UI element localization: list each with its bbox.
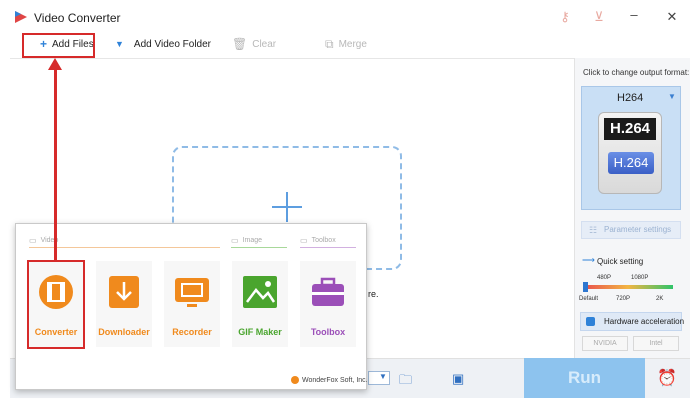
- recorder-label: Recorder: [172, 327, 212, 337]
- screen-recorder-icon: [175, 278, 209, 307]
- dropdown-arrow-icon: ▼: [115, 39, 124, 49]
- download-icon: [109, 276, 139, 308]
- image-category-divider: [231, 247, 287, 248]
- format-dropdown-icon[interactable]: ▼: [668, 92, 676, 101]
- toolbox-tile[interactable]: Toolbox: [300, 261, 356, 347]
- title-bar: Video Converter ⚷ ⊻ – ✕: [0, 0, 700, 34]
- add-files-highlight: [22, 33, 95, 58]
- recorder-tile[interactable]: Recorder: [164, 261, 220, 347]
- quick-setting-label: Quick setting: [597, 257, 644, 266]
- add-video-folder-button[interactable]: ▼ Add Video Folder: [115, 38, 211, 50]
- downloader-tile[interactable]: Downloader: [96, 261, 152, 347]
- sliders-icon: ☷: [589, 225, 598, 235]
- nvidia-badge[interactable]: NVIDIA: [582, 336, 628, 351]
- intel-badge[interactable]: Intel: [633, 336, 679, 351]
- video-category-divider: [29, 247, 220, 248]
- merge-icon: ⧉: [325, 37, 334, 51]
- gif-maker-tile[interactable]: GIF Maker: [232, 261, 288, 347]
- quick-tick-480p: 480P: [597, 275, 612, 281]
- quick-tick-1080p: 1080P: [631, 275, 649, 281]
- video-category-icon: ▭: [29, 236, 37, 245]
- quick-setting-slider-handle[interactable]: [583, 282, 588, 292]
- clear-label: Clear: [252, 38, 277, 50]
- category-image-label: Image: [242, 237, 263, 244]
- key-icon[interactable]: ⚷: [556, 8, 574, 26]
- gif-maker-label: GIF Maker: [238, 327, 282, 337]
- toolbox-label: Toolbox: [310, 327, 346, 337]
- image-category-icon: ▭: [231, 236, 239, 245]
- merge-label: Merge: [338, 38, 367, 50]
- parameter-settings-label: Parameter settings: [604, 225, 672, 234]
- category-toolbox: ▭ Toolbox: [300, 236, 336, 245]
- nvidia-label: NVIDIA: [593, 340, 617, 347]
- merge-button[interactable]: ⧉ Merge: [325, 38, 367, 50]
- category-toolbox-label: Toolbox: [311, 237, 336, 244]
- hardware-acceleration-checkbox[interactable]: [586, 317, 595, 326]
- format-badge-top: H.264: [604, 118, 656, 140]
- converter-highlight: [27, 260, 85, 349]
- category-image: ▭ Image: [231, 236, 262, 245]
- intel-label: Intel: [649, 340, 663, 347]
- video-converter-window: Video Converter ⚷ ⊻ – ✕ + Add Files ▼ Ad…: [0, 0, 700, 405]
- annotation-arrow-head: [48, 58, 62, 70]
- drop-hint-text: re.: [368, 289, 379, 299]
- trash-icon: 🗑︎: [232, 37, 248, 51]
- hardware-acceleration-label: Hardware acceleration: [604, 317, 685, 326]
- add-video-folder-label: Add Video Folder: [133, 38, 212, 50]
- toolbox-category-divider: [300, 247, 356, 248]
- quick-tick-2k: 2K: [656, 296, 664, 302]
- click-to-change-label: Click to change output format:: [583, 68, 690, 77]
- open-folder-icon[interactable]: 🗀: [399, 371, 412, 393]
- film-icon[interactable]: ▣: [452, 371, 464, 387]
- brand-footer: WonderFox Soft, Inc.: [291, 376, 368, 384]
- wonderfox-logo-icon: [291, 376, 299, 384]
- image-mountain-icon: [243, 276, 277, 308]
- annotation-arrow-line: [54, 64, 57, 262]
- clear-button[interactable]: 🗑︎ Clear: [232, 38, 276, 50]
- drop-plus-icon-vertical: [286, 192, 288, 222]
- downloader-label: Downloader: [98, 327, 150, 337]
- close-button[interactable]: ✕: [663, 8, 681, 26]
- app-title: Video Converter: [34, 11, 121, 25]
- toolbox-icon: [312, 277, 344, 306]
- quick-tick-720p: 720P: [616, 296, 631, 302]
- cart-icon[interactable]: ⊻: [590, 8, 608, 26]
- output-folder-dropdown-icon[interactable]: ▼: [379, 372, 387, 381]
- quick-setting-slider[interactable]: [583, 285, 673, 289]
- run-button[interactable]: Run: [524, 358, 645, 398]
- alarm-clock-icon[interactable]: ⏰: [657, 368, 677, 388]
- output-format-name: H264: [617, 92, 644, 104]
- app-logo-icon: [15, 11, 27, 23]
- quick-setting-icon: ⟶: [582, 255, 595, 265]
- toolbox-category-icon: ▭: [300, 236, 308, 245]
- minimize-button[interactable]: –: [625, 6, 643, 24]
- brand-label: WonderFox Soft, Inc.: [302, 376, 368, 384]
- format-badge-bottom: H.264: [608, 152, 654, 174]
- toolbar: + Add Files ▼ Add Video Folder 🗑︎ Clear …: [0, 34, 700, 58]
- quick-tick-default: Default: [579, 296, 599, 302]
